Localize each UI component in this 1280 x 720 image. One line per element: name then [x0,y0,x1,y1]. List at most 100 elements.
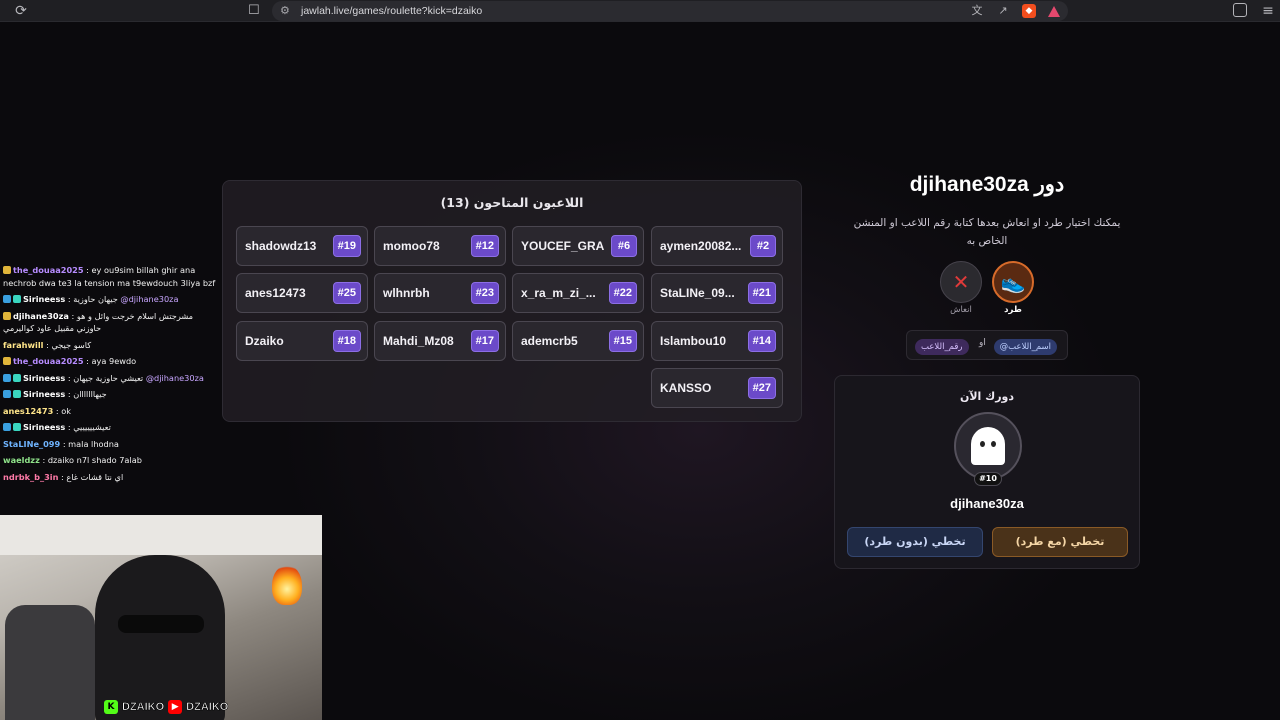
reload-icon[interactable]: ⟳ [12,2,30,20]
player-number-badge: #23 [470,282,499,304]
chat-text: : تعيشييييييي [67,422,111,432]
webcam-background [0,515,322,555]
chat-username[interactable]: the_douaa2025 [13,356,84,366]
revive-label: انعاش [950,305,972,315]
chat-username[interactable]: farahwill [3,340,43,350]
available-players-panel: اللاعبون المتاحون (13) aymen20082... #2 YO… [222,180,802,422]
player-card[interactable]: Dzaiko #18 [236,321,368,361]
player-card[interactable]: ademcrb5 #15 [512,321,644,361]
players-title: اللاعبون المتاحون (13) [440,195,584,210]
bookmark-icon[interactable]: ☐ [248,2,264,20]
gift-badge-icon [13,373,21,382]
streamer-mask [118,615,204,633]
player-name: Dzaiko [245,334,284,348]
chat-message: the_douaa2025 : ey ou9sim billah ghir an… [0,262,222,291]
player-number-badge: #21 [747,282,776,304]
stream-tags: K DZAIKO ▶ DZAIKO [104,697,229,717]
player-number-badge: #14 [747,330,776,352]
player-card[interactable]: shadowdz13 #19 [236,226,368,266]
chat-message: Sirineess : جيهااااااان [0,386,222,403]
chat-mention: @djihane30za [120,294,179,304]
subscriber-badge-icon [3,357,11,365]
chat-text: : تعيشي حاوزية جيهان [67,372,144,383]
player-name: Mahdi_Mz08 [383,334,454,348]
webcam-chair [5,605,95,720]
chat-message: djihane30za : مشرجتش اسلام خرجت وائل و ه… [0,308,222,337]
webcam-overlay: K DZAIKO ▶ DZAIKO [0,515,322,720]
chat-username[interactable]: StaLINe_099 [3,439,60,449]
chat-username[interactable]: Sirineess [23,373,65,383]
skip-without-kick-button[interactable]: تخطي (بدون طرد) [847,527,983,557]
brave-shield-icon[interactable]: ◆ [1022,4,1036,18]
chat-message: the_douaa2025 : aya 9ewdo [0,353,222,370]
chat-username[interactable]: anes12473 [3,406,53,416]
menu-icon[interactable]: ≡ [1262,2,1274,20]
player-card[interactable]: KANSSO #27 [651,368,783,408]
player-card[interactable]: Mahdi_Mz08 #17 [374,321,506,361]
player-name: aymen20082... [660,239,742,253]
chat-message: Sirineess : تعيشييييييي [0,419,222,436]
hint-or: او [979,338,986,348]
skip-with-kick-button[interactable]: تخطي (مع طرد) [992,527,1128,557]
player-name: momoo78 [383,239,440,253]
chat-username[interactable]: the_douaa2025 [13,265,84,275]
brave-rewards-icon[interactable] [1048,5,1060,17]
chat-username[interactable]: djihane30za [13,311,69,321]
player-name: KANSSO [660,381,712,395]
verified-badge-icon [3,295,11,303]
chat-message: waeldzz : dzaiko n7l shado 7alab [0,452,222,469]
player-number-badge: #22 [608,282,637,304]
hint-player-number: رقم_اللاعب [915,339,969,355]
chat-text: : ok [55,405,71,416]
address-bar[interactable]: ⚙ jawlah.live/games/roulette?kick=dzaiko… [272,1,1068,21]
url-text[interactable]: jawlah.live/games/roulette?kick=dzaiko [301,1,482,21]
player-name: wlhnrbh [383,286,430,300]
player-name: YOUCEF_GRA [521,239,605,253]
flame-lamp [272,565,302,605]
player-card[interactable]: anes12473 #25 [236,273,368,313]
chat-text: : aya 9ewdo [86,356,137,366]
turn-title: دور djihane30za [909,173,1065,196]
player-card[interactable]: wlhnrbh #23 [374,273,506,313]
chat-username[interactable]: waeldzz [3,455,40,465]
player-number-badge: #15 [608,330,637,352]
player-card[interactable]: aymen20082... #2 [651,226,783,266]
gift-badge-icon [13,295,21,303]
shoe-icon[interactable]: 👟 [992,261,1034,303]
player-name: x_ra_m_zi_... [521,286,596,300]
chat-message: Sirineess : جيهان حاوزية @djihane30za [0,291,222,308]
revive-x-icon[interactable]: ✕ [940,261,982,303]
gift-badge-icon [13,423,21,431]
kick-logo-icon: K [104,700,118,714]
chat-username[interactable]: Sirineess [23,389,65,399]
player-number-badge: #6 [611,235,637,257]
site-info-icon[interactable]: ⚙ [280,2,290,20]
chat-username[interactable]: Sirineess [23,422,65,432]
chat-username[interactable]: Sirineess [23,294,65,304]
verified-badge-icon [3,390,11,398]
chat-text: : dzaiko n7l shado 7alab [42,455,142,465]
player-card[interactable]: momoo78 #12 [374,226,506,266]
chat-username[interactable]: ndrbk_b_3in [3,472,58,482]
chat-message: farahwill : كاسو جيجي [0,337,222,354]
player-card[interactable]: Islambou10 #14 [651,321,783,361]
browser-toolbar: ⟳ ☐ ⚙ jawlah.live/games/roulette?kick=dz… [0,0,1280,22]
player-card[interactable]: StaLINe_09... #21 [651,273,783,313]
player-number-badge: #2 [750,235,776,257]
address-tools: 文 ↗ ◆ [970,3,1060,19]
verified-badge-icon [3,373,11,382]
subscriber-badge-icon [3,266,11,274]
chat-text: : جيهان حاوزية [67,294,118,304]
translate-icon[interactable]: 文 [970,4,984,18]
verified-badge-icon [3,423,11,431]
player-card[interactable]: YOUCEF_GRA #6 [512,226,644,266]
kick-option[interactable]: 👟 طرد [991,261,1035,315]
player-card[interactable]: x_ra_m_zi_... #22 [512,273,644,313]
chat-text: : اي نتا قشات غاع [61,471,124,482]
share-icon[interactable]: ↗ [996,4,1010,18]
revive-option[interactable]: ✕ انعاش [939,261,983,315]
chat-message: ndrbk_b_3in : اي نتا قشات غاع [0,469,222,486]
player-number-badge: #17 [470,330,499,352]
player-name: anes12473 [245,286,306,300]
sidebar-toggle-icon[interactable] [1233,3,1247,17]
